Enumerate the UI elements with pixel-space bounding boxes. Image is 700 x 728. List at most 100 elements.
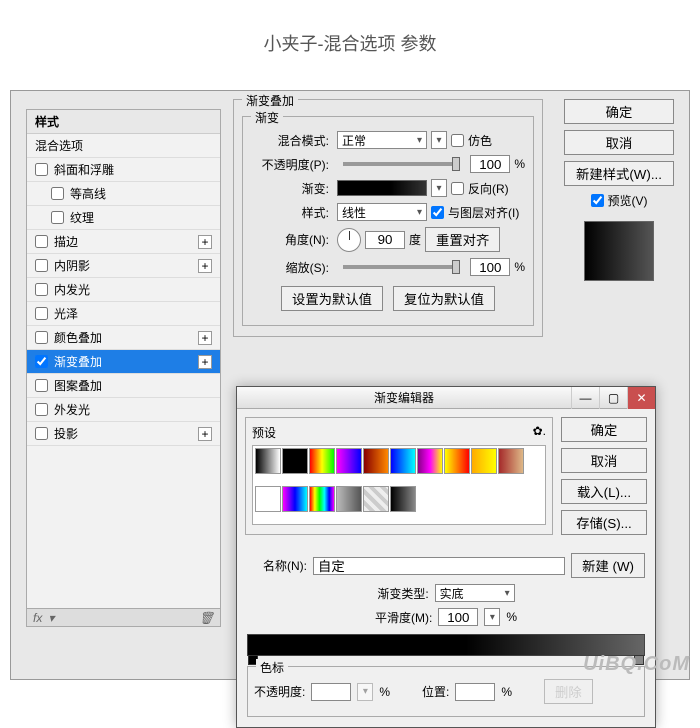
smooth-input[interactable] (438, 608, 478, 626)
preset-swatch-10[interactable] (255, 486, 281, 512)
angle-input[interactable] (365, 231, 405, 249)
new-gradient-button[interactable]: 新建 (W) (571, 553, 645, 578)
style-checkbox[interactable] (51, 211, 64, 224)
style-checkbox[interactable] (35, 403, 48, 416)
scale-input[interactable] (470, 258, 510, 276)
opacity-input[interactable] (470, 155, 510, 173)
style-row-2[interactable]: 纹理 (27, 206, 220, 230)
style-row-3[interactable]: 描边 + (27, 230, 220, 254)
plus-icon[interactable]: + (198, 427, 212, 441)
reset-default-button[interactable]: 复位为默认值 (393, 286, 495, 311)
preset-swatch-12[interactable] (309, 486, 335, 512)
blend-mode-select[interactable]: 正常▾ (337, 131, 427, 149)
style-checkbox[interactable] (35, 355, 48, 368)
fx-bar: fx ▾ 🗑 (27, 608, 220, 626)
new-style-button[interactable]: 新建样式(W)... (564, 161, 674, 186)
preset-swatch-3[interactable] (336, 448, 362, 474)
scale-label: 缩放(S): (251, 259, 329, 276)
preset-swatch-2[interactable] (309, 448, 335, 474)
dither-checkbox[interactable] (451, 134, 464, 147)
plus-icon[interactable]: + (198, 235, 212, 249)
style-checkbox[interactable] (35, 283, 48, 296)
style-checkbox[interactable] (51, 187, 64, 200)
style-row-9[interactable]: 图案叠加 (27, 374, 220, 398)
name-label: 名称(N): (247, 557, 307, 574)
style-row-11[interactable]: 投影 + (27, 422, 220, 446)
style-checkbox[interactable] (35, 235, 48, 248)
close-icon[interactable]: ✕ (627, 387, 655, 409)
style-row-5[interactable]: 内发光 (27, 278, 220, 302)
preset-swatch-0[interactable] (255, 448, 281, 474)
gradtype-select[interactable]: 实底▾ (435, 584, 515, 602)
style-checkbox[interactable] (35, 331, 48, 344)
style-row-6[interactable]: 光泽 (27, 302, 220, 326)
minimize-icon[interactable]: — (571, 387, 599, 409)
make-default-button[interactable]: 设置为默认值 (281, 286, 383, 311)
scale-slider[interactable] (343, 265, 460, 269)
gradient-preview[interactable] (337, 180, 427, 196)
preset-swatch-4[interactable] (363, 448, 389, 474)
preset-swatch-7[interactable] (444, 448, 470, 474)
align-checkbox[interactable] (431, 206, 444, 219)
reverse-checkbox[interactable] (451, 182, 464, 195)
preset-swatch-1[interactable] (282, 448, 308, 474)
fx-arrow-icon[interactable]: ▾ (48, 611, 54, 625)
style-row-7[interactable]: 颜色叠加+ (27, 326, 220, 350)
editor-save-button[interactable]: 存储(S)... (561, 510, 647, 535)
gear-icon[interactable]: ✿. (533, 424, 546, 441)
ok-button[interactable]: 确定 (564, 99, 674, 124)
style-row-0[interactable]: 斜面和浮雕 (27, 158, 220, 182)
cancel-button[interactable]: 取消 (564, 130, 674, 155)
editor-ok-button[interactable]: 确定 (561, 417, 647, 442)
blend-options-row[interactable]: 混合选项 (27, 134, 220, 158)
style-row-1[interactable]: 等高线 (27, 182, 220, 206)
opacity-slider[interactable] (343, 162, 460, 166)
preset-swatch-15[interactable] (390, 486, 416, 512)
stop-opacity-percent: % (379, 685, 390, 699)
smooth-dropdown-icon[interactable]: ▾ (484, 608, 500, 626)
chevron-down-icon: ▾ (417, 135, 422, 146)
preset-swatch-5[interactable] (390, 448, 416, 474)
style-checkbox[interactable] (35, 163, 48, 176)
style-checkbox[interactable] (35, 307, 48, 320)
preset-swatch-11[interactable] (282, 486, 308, 512)
style-label: 描边 (54, 233, 78, 250)
style-label: 投影 (54, 425, 78, 442)
style-checkbox[interactable] (35, 379, 48, 392)
degree-label: 度 (409, 231, 421, 248)
gradient-dropdown-icon[interactable]: ▾ (431, 179, 447, 197)
style-select[interactable]: 线性▾ (337, 203, 427, 221)
gradient-overlay-group: 渐变叠加 渐变 混合模式: 正常▾ ▾ 仿色 不透明度(P): % 渐变: (233, 99, 543, 337)
style-row-10[interactable]: 外发光 (27, 398, 220, 422)
stop-opacity-label: 不透明度: (254, 683, 305, 700)
blend-mode-label: 混合模式: (251, 132, 329, 149)
editor-load-button[interactable]: 载入(L)... (561, 479, 647, 504)
style-row-8[interactable]: 渐变叠加+ (27, 350, 220, 374)
preset-swatch-13[interactable] (336, 486, 362, 512)
name-input[interactable] (313, 557, 565, 575)
blend-dropdown-extra[interactable]: ▾ (431, 131, 447, 149)
trash-icon[interactable]: 🗑 (199, 611, 214, 625)
editor-cancel-button[interactable]: 取消 (561, 448, 647, 473)
editor-title-text: 渐变编辑器 (237, 389, 571, 406)
plus-icon[interactable]: + (198, 355, 212, 369)
maximize-icon[interactable]: ▢ (599, 387, 627, 409)
preset-swatch-6[interactable] (417, 448, 443, 474)
preview-checkbox[interactable] (591, 194, 604, 207)
angle-dial[interactable] (337, 228, 361, 252)
style-row-4[interactable]: 内阴影+ (27, 254, 220, 278)
reset-align-button[interactable]: 重置对齐 (425, 227, 500, 252)
plus-icon[interactable]: + (198, 259, 212, 273)
page-title: 小夹子-混合选项 参数 (0, 0, 700, 76)
plus-icon[interactable]: + (198, 331, 212, 345)
style-label: 斜面和浮雕 (54, 161, 114, 178)
style-checkbox[interactable] (35, 259, 48, 272)
style-checkbox[interactable] (35, 427, 48, 440)
watermark: UiBQ.CoM (583, 653, 690, 676)
preset-swatch-9[interactable] (498, 448, 524, 474)
preset-swatch-8[interactable] (471, 448, 497, 474)
gradtype-value: 实底 (440, 585, 464, 602)
preset-swatch-14[interactable] (363, 486, 389, 512)
stops-legend: 色标 (256, 659, 288, 676)
gradient-editor-titlebar[interactable]: 渐变编辑器 — ▢ ✕ (237, 387, 655, 409)
